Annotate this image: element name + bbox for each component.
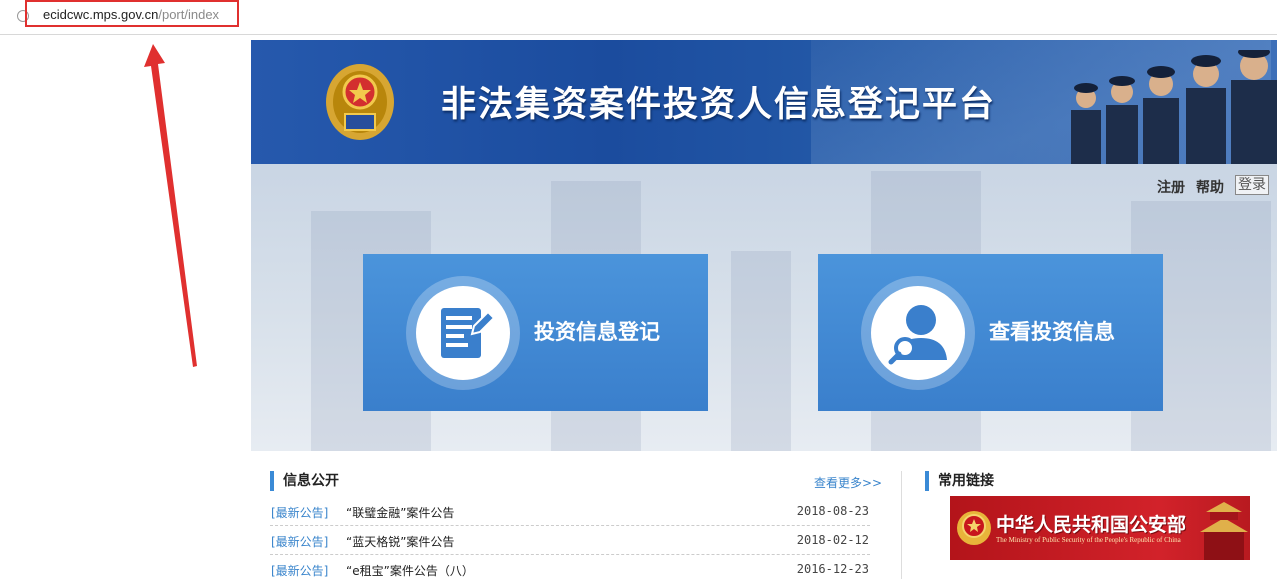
document-edit-icon <box>441 308 496 358</box>
url-path: /port/index <box>158 7 220 22</box>
investment-register-button[interactable]: 投资信息登记 <box>363 254 708 411</box>
national-emblem-icon <box>957 511 991 545</box>
news-title[interactable]: “联璧金融”案件公告 <box>346 504 454 521</box>
mps-name-en: The Ministry of Public Security of the P… <box>996 536 1181 544</box>
header-banner: 非法集资案件投资人信息登记平台 <box>251 40 1277 164</box>
url-host: ecidcwc.mps.gov.cn <box>43 7 159 22</box>
building-silhouette <box>731 251 791 451</box>
more-link[interactable]: 查看更多>> <box>814 474 882 491</box>
news-title[interactable]: “e租宝”案件公告（八） <box>346 562 474 579</box>
police-emblem-icon <box>326 64 394 140</box>
login-button[interactable]: 登录 <box>1235 175 1269 195</box>
mps-link-banner[interactable]: 中华人民共和国公安部 The Ministry of Public Securi… <box>950 496 1250 560</box>
icon-circle <box>416 286 510 380</box>
register-link[interactable]: 注册 <box>1157 177 1185 197</box>
news-tag: [最新公告] <box>271 564 329 578</box>
help-link[interactable]: 帮助 <box>1196 177 1224 197</box>
view-investment-label: 查看投资信息 <box>989 320 1115 344</box>
news-row[interactable]: [最新公告] “e租宝”案件公告（八） 2016-12-23 <box>270 556 870 584</box>
platform-title: 非法集资案件投资人信息登记平台 <box>441 85 997 125</box>
news-date: 2016-12-23 <box>796 562 869 576</box>
section-divider <box>901 471 902 579</box>
news-row[interactable]: [最新公告] “蓝天格锐”案件公告 2018-02-12 <box>270 527 870 555</box>
news-date: 2018-08-23 <box>796 504 869 518</box>
mps-name-cn: 中华人民共和国公安部 <box>996 514 1187 536</box>
icon-ring <box>861 276 975 390</box>
news-tag: [最新公告] <box>271 535 329 549</box>
tiananmen-icon <box>1200 502 1248 560</box>
info-section-title: 信息公开 <box>270 471 339 491</box>
links-section-title: 常用链接 <box>925 471 994 491</box>
news-title[interactable]: “蓝天格锐”案件公告 <box>346 533 454 550</box>
icon-ring <box>406 276 520 390</box>
user-search-icon <box>888 305 947 365</box>
police-officers-illustration <box>1071 50 1277 164</box>
url-field[interactable]: ecidcwc.mps.gov.cn/port/index <box>43 7 219 22</box>
view-investment-button[interactable]: 查看投资信息 <box>818 254 1163 411</box>
news-row[interactable]: [最新公告] “联璧金融”案件公告 2018-08-23 <box>270 498 870 526</box>
news-tag: [最新公告] <box>271 506 329 520</box>
icon-circle <box>871 286 965 380</box>
investment-register-label: 投资信息登记 <box>534 320 660 344</box>
news-date: 2018-02-12 <box>796 533 869 547</box>
